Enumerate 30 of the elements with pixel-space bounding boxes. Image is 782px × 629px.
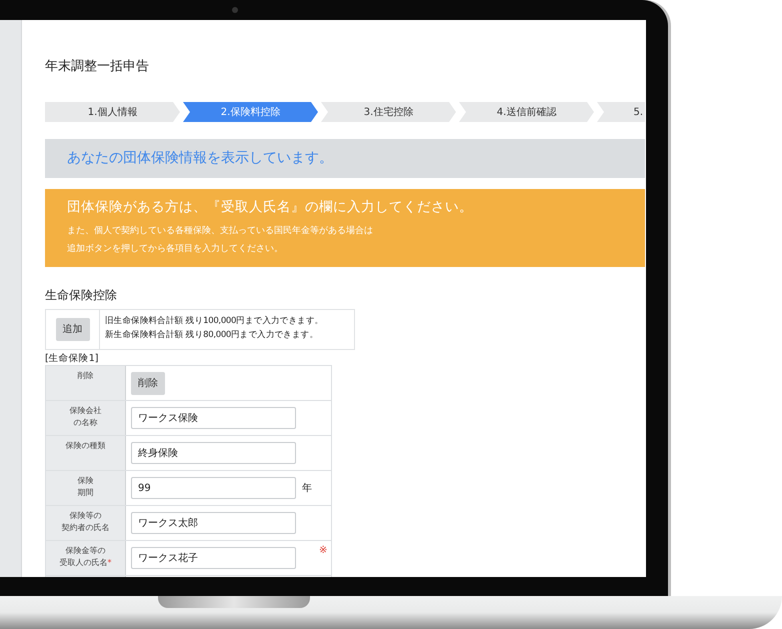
text-field[interactable]: ワークス太郎 (131, 512, 296, 534)
step-tab[interactable]: 5. (597, 102, 645, 122)
field-label: 削除 (46, 366, 126, 400)
text-field[interactable]: 99 (131, 477, 296, 500)
limit-text: 新生命保険料合計額 残り80,000円まで入力できます。 (105, 328, 320, 342)
required-mark: ※ (318, 544, 328, 558)
field-label: 保険の種類 (46, 436, 126, 470)
notice-text: また、個人で契約している各種保険、支払っている国民年金等がある場合は (67, 224, 374, 238)
limit-text: 旧生命保険料合計額 残り100,000円まで入力できます。 (105, 314, 324, 328)
add-button[interactable]: 追加 (56, 318, 90, 342)
delete-button[interactable]: 削除 (131, 372, 165, 396)
notice-title: 団体保険がある方は、『受取人氏名』の欄に入力してください。 (67, 198, 474, 217)
field-label: 保険会社 の名称 (46, 401, 126, 436)
text-field[interactable]: ワークス保険 (131, 407, 296, 430)
field-label: 保険金等の 受取人の氏名* (46, 541, 126, 576)
unit-text: 年 (302, 482, 312, 496)
step-tab[interactable]: 3.住宅控除 (321, 102, 456, 122)
section-title: 生命保険控除 (45, 287, 118, 304)
camera-icon (232, 7, 238, 13)
text-field[interactable]: 終身保険 (131, 442, 296, 464)
policy-heading: [生命保険1] (45, 352, 100, 366)
step-tab[interactable]: 4.送信前確認 (459, 102, 594, 122)
text-field[interactable]: ワークス花子 (131, 547, 296, 570)
page-title: 年末調整一括申告 (45, 58, 150, 76)
field-label: 保険 期間 (46, 471, 126, 506)
notice-text: 追加ボタンを押してから各項目を入力してください。 (67, 242, 284, 256)
step-tab[interactable]: 1.個人情報 (45, 102, 180, 122)
field-label: 保険等の 契約者の氏名 (46, 506, 126, 540)
step-tab[interactable]: 2.保険料控除 (183, 102, 318, 122)
info-banner: あなたの団体保険情報を表示しています。 (45, 139, 645, 178)
